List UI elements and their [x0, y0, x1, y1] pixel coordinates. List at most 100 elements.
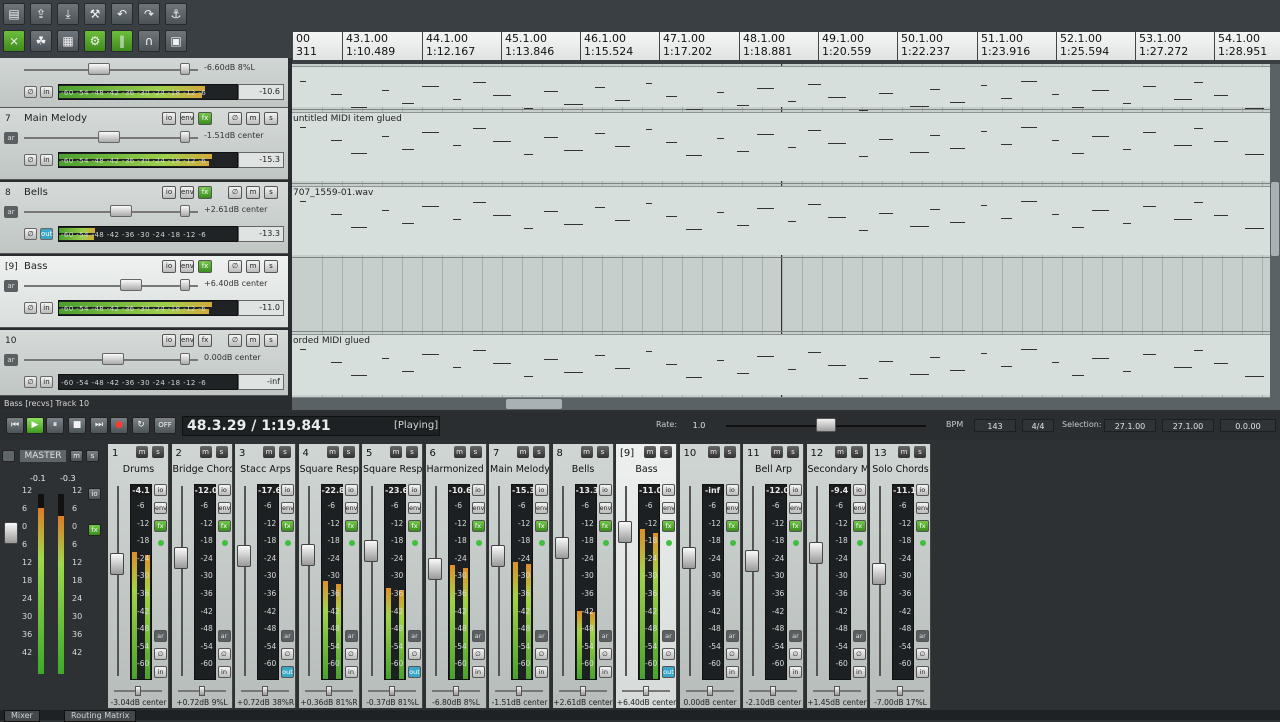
- strip-name[interactable]: Bridge Chords: [173, 464, 232, 475]
- strip-input-button[interactable]: in: [852, 666, 866, 678]
- io-button[interactable]: io: [162, 186, 176, 199]
- track-lane[interactable]: [292, 258, 1270, 332]
- strip-io-button[interactable]: io: [408, 484, 421, 496]
- track-lane[interactable]: [292, 64, 1270, 111]
- strip-fader[interactable]: [491, 545, 505, 568]
- strip-fader[interactable]: [554, 537, 569, 560]
- volume-knob[interactable]: [110, 205, 132, 217]
- strip-fx-button[interactable]: fx: [789, 520, 802, 532]
- strip-solo-button[interactable]: s: [469, 446, 482, 458]
- record-arm-icon[interactable]: [144, 260, 156, 273]
- ruler-mark[interactable]: 47.1.00 1:17.202: [659, 32, 712, 60]
- strip-input-button[interactable]: in: [217, 666, 231, 678]
- strip-io-button[interactable]: io: [154, 484, 167, 496]
- strip-envelope-button[interactable]: env: [852, 502, 866, 514]
- strip-io-button[interactable]: io: [598, 484, 612, 496]
- volume-knob[interactable]: [102, 353, 124, 365]
- vertical-scroll-thumb[interactable]: [1271, 182, 1279, 256]
- phase-button[interactable]: ∅: [228, 112, 242, 125]
- strip-name[interactable]: Bass: [617, 464, 676, 475]
- strip-solo-button[interactable]: s: [406, 446, 418, 458]
- strip-fader[interactable]: [745, 550, 759, 572]
- ruler-mark[interactable]: 54.1.00 1:28.951: [1214, 32, 1267, 60]
- record-arm-icon[interactable]: [144, 112, 156, 125]
- strip-automation-button[interactable]: ar: [852, 630, 866, 642]
- ruler-mark[interactable]: 46.1.00 1:15.524: [580, 32, 633, 60]
- strip-input-button[interactable]: in: [598, 666, 612, 678]
- save-project-icon[interactable]: ⤓: [57, 3, 79, 25]
- ruler-mark[interactable]: 48.1.00 1:18.881: [739, 32, 792, 60]
- master-fader[interactable]: [4, 522, 18, 544]
- mixer-strip[interactable]: 1 m s Drums -4.1 -6 -12 -18 -24 -30 -36 -42 -48 -54 -6…: [108, 444, 169, 708]
- strip-fx-button[interactable]: fx: [535, 520, 548, 532]
- strip-mute-button[interactable]: m: [326, 446, 339, 458]
- strip-fader[interactable]: [300, 543, 315, 566]
- input-button[interactable]: in: [40, 376, 53, 388]
- strip-automation-button[interactable]: ar: [789, 630, 802, 642]
- strip-io-button[interactable]: io: [662, 484, 675, 496]
- mute-button[interactable]: m: [246, 112, 260, 125]
- track-header[interactable]: 10 io env fx ∅ m s ar 0.00dB center ∅ in -60 -54 -4…: [0, 330, 288, 396]
- strip-envelope-button[interactable]: env: [344, 502, 358, 514]
- track-header[interactable]: 7 Main Melody io env fx ∅ m s ar -1.51dB center ∅ i…: [0, 108, 288, 180]
- strip-input-button[interactable]: in: [154, 666, 167, 678]
- mixer-strip[interactable]: 3 m s Stacc Arps -17.6 -6 -12 -18 -24 -30 -36 -42 -4…: [235, 444, 296, 708]
- new-project-icon[interactable]: ▤: [3, 3, 25, 25]
- automation-arm-button[interactable]: ar: [4, 280, 18, 292]
- auto-crossfade-icon[interactable]: ‖: [111, 30, 133, 52]
- volume-knob[interactable]: [88, 63, 110, 75]
- strip-fader[interactable]: [173, 546, 188, 569]
- pan-knob[interactable]: [180, 131, 190, 143]
- mixer-strip[interactable]: [9] m s Bass -11.0 -6 -12 -18 -24 -30 -36 -42 -48 -54…: [616, 444, 677, 708]
- solo-button[interactable]: s: [264, 260, 278, 273]
- strip-solo-button[interactable]: s: [787, 446, 799, 458]
- strip-fx-button[interactable]: fx: [344, 520, 358, 532]
- undo-icon[interactable]: ↶: [111, 3, 133, 25]
- record-mode-button[interactable]: OFF: [154, 417, 176, 434]
- strip-solo-button[interactable]: s: [660, 446, 672, 458]
- fx-button[interactable]: fx: [198, 112, 212, 125]
- strip-phase-button[interactable]: ∅: [535, 648, 548, 660]
- strip-envelope-button[interactable]: env: [217, 502, 231, 514]
- strip-automation-button[interactable]: ar: [344, 630, 358, 642]
- strip-phase-button[interactable]: ∅: [789, 648, 802, 660]
- track-lane[interactable]: orded MIDI glued: [292, 332, 1270, 398]
- strip-automation-button[interactable]: ar: [281, 630, 294, 642]
- strip-name[interactable]: Square Resp: [363, 464, 422, 475]
- track-lane[interactable]: untitled MIDI item glued: [292, 110, 1270, 184]
- strip-io-button[interactable]: io: [471, 484, 485, 496]
- snap-icon[interactable]: ⨯: [3, 30, 25, 52]
- strip-pan-knob[interactable]: [452, 686, 459, 696]
- ruler-mark[interactable]: 43.1.00 1:10.489: [342, 32, 395, 60]
- strip-name[interactable]: Drums: [109, 464, 168, 475]
- phase-button[interactable]: ∅: [228, 186, 242, 199]
- mixer-strip[interactable]: 8 m s Bells -13.3 -6 -12 -18 -24 -30 -36 -42 -48 -54-…: [552, 444, 614, 708]
- media-item[interactable]: 707_1559-01.wav: [292, 186, 1270, 255]
- strip-phase-button[interactable]: ∅: [598, 648, 612, 660]
- phase-toggle-icon[interactable]: ∅: [24, 86, 37, 98]
- strip-output-button[interactable]: out: [662, 666, 675, 678]
- ruler-mark[interactable]: 53.1.00 1:27.272: [1135, 32, 1188, 60]
- mute-button[interactable]: m: [246, 186, 260, 199]
- strip-envelope-button[interactable]: env: [281, 502, 294, 514]
- mixer-strip[interactable]: 10 m s -inf -6 -12 -18 -24 -30 -36 -42 -48 -54 -60 io e…: [679, 444, 741, 708]
- mixer-strip[interactable]: 7 m s Main Melody -15.3 -6 -12 -18 -24 -30 -36 -42-…: [489, 444, 550, 708]
- strip-automation-button[interactable]: ar: [154, 630, 167, 642]
- strip-fader[interactable]: [872, 562, 886, 585]
- strip-solo-button[interactable]: s: [279, 446, 291, 458]
- strip-pan-knob[interactable]: [325, 686, 332, 696]
- strip-mute-button[interactable]: m: [771, 446, 783, 458]
- envelope-button[interactable]: env: [180, 186, 194, 199]
- phase-toggle-icon[interactable]: ∅: [24, 302, 37, 314]
- volume-knob[interactable]: [120, 279, 142, 291]
- track-header[interactable]: [9] Bass io env fx ∅ m s ar +6.40dB center ∅ in -60 …: [0, 256, 288, 328]
- fx-button[interactable]: fx: [198, 260, 212, 273]
- strip-envelope-button[interactable]: env: [471, 502, 485, 514]
- phase-toggle-icon[interactable]: ∅: [24, 154, 37, 166]
- input-button[interactable]: in: [40, 154, 53, 166]
- record-arm-icon[interactable]: [144, 334, 156, 347]
- io-button[interactable]: io: [162, 260, 176, 273]
- arrange-view[interactable]: untitled MIDI item glued 707_1559-01.wavo…: [292, 64, 1270, 398]
- solo-button[interactable]: s: [264, 334, 278, 347]
- fx-button[interactable]: fx: [198, 334, 212, 347]
